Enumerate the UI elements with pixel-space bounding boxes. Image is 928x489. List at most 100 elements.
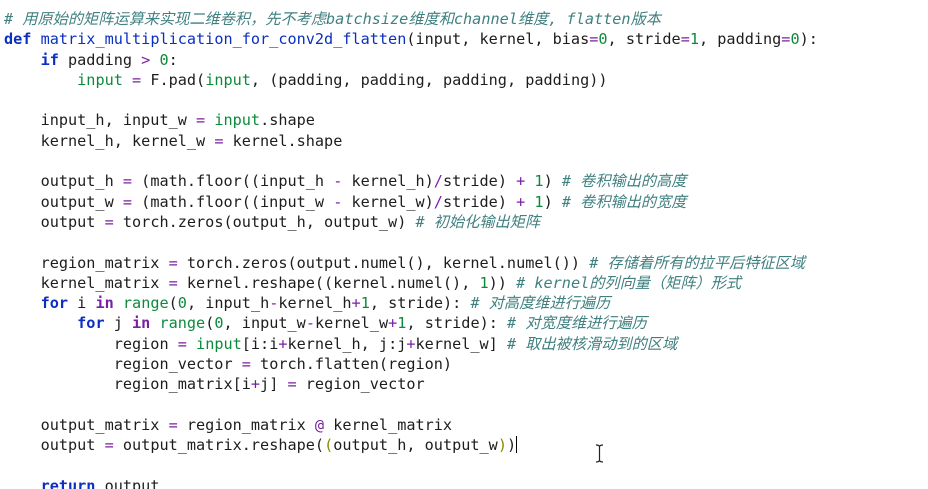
code-operator: =: [196, 111, 206, 130]
code-line[interactable]: [4, 90, 818, 110]
code-text: kernel_matrix: [324, 415, 453, 434]
code-operator: =: [241, 355, 251, 374]
code-line[interactable]: for j in range(0, input_w-kernel_w+1, st…: [4, 313, 818, 333]
code-line[interactable]: region_vector = torch.flatten(region): [4, 354, 818, 374]
bracket-match: ): [497, 436, 507, 455]
code-comment: # 存储着所有的拉平后特征区域: [589, 253, 805, 272]
code-line[interactable]: # 用原始的矩阵运算来实现二维卷积，先不考虑batchsize维度和channe…: [4, 9, 818, 29]
code-operator: +: [516, 172, 526, 191]
code-operator: =: [168, 253, 178, 272]
code-text: ): [543, 172, 562, 191]
code-text: :: [168, 50, 178, 69]
code-number: 0: [214, 314, 224, 333]
code-text: (math.floor((input_h: [132, 172, 334, 191]
code-text: , stride: [607, 30, 681, 49]
code-text: region_vector: [4, 355, 242, 374]
code-line[interactable]: [4, 151, 818, 171]
code-line[interactable]: region_matrix = torch.zeros(output.numel…: [4, 253, 818, 273]
code-text: torch.flatten(region): [250, 355, 453, 374]
code-text: i: [68, 294, 96, 313]
code-text: )): [488, 273, 517, 292]
code-text: kernel_w]: [415, 334, 507, 353]
code-line[interactable]: [4, 395, 818, 415]
code-text: kernel_h, j:j: [287, 334, 407, 353]
code-text: ):: [799, 30, 818, 49]
code-line[interactable]: [4, 232, 818, 252]
code-line[interactable]: output = output_matrix.reshape((output_h…: [4, 435, 818, 455]
code-builtin: range: [159, 314, 206, 333]
code-operator: =: [168, 415, 178, 434]
code-text: kernel.reshape((kernel.numel(),: [177, 273, 480, 292]
code-comment: # 卷积输出的宽度: [561, 192, 687, 211]
code-line[interactable]: def matrix_multiplication_for_conv2d_fla…: [4, 29, 818, 49]
code-text: output_h, output_w: [333, 436, 498, 455]
code-builtin: input: [214, 111, 261, 130]
code-operator: /: [433, 192, 443, 211]
code-number: 1: [689, 30, 699, 49]
code-text: kernel_h: [278, 294, 352, 313]
code-builtin: range: [122, 294, 169, 313]
code-text: F.pad(: [141, 70, 206, 89]
code-text: region_matrix[i: [4, 375, 251, 394]
code-operator: =: [589, 30, 599, 49]
code-text: input_h, input_w: [4, 111, 197, 130]
code-comment: # 对宽度维进行遍历: [507, 314, 647, 333]
code-operator: +: [351, 294, 361, 313]
code-line[interactable]: kernel_matrix = kernel.reshape((kernel.n…: [4, 273, 818, 293]
code-operator: +: [516, 192, 526, 211]
code-number: 0: [177, 294, 187, 313]
code-text: (math.floor((input_w: [132, 192, 334, 211]
bracket-match: (: [324, 436, 334, 455]
code-operator: =: [287, 375, 297, 394]
code-line[interactable]: if padding > 0:: [4, 50, 818, 70]
code-text: kernel_h, kernel_w: [4, 131, 215, 150]
code-operator: =: [104, 212, 114, 231]
code-operator: +: [278, 334, 288, 353]
code-text: output: [4, 436, 105, 455]
code-line[interactable]: output_w = (math.floor((input_w - kernel…: [4, 192, 818, 212]
code-line[interactable]: region = input[i:i+kernel_h, j:j+kernel_…: [4, 334, 818, 354]
code-operator: =: [177, 334, 187, 353]
code-line[interactable]: return output: [4, 476, 818, 489]
code-line[interactable]: [4, 456, 818, 476]
code-operator: -: [333, 192, 343, 211]
text-ibeam-icon: [595, 444, 604, 463]
code-comment: # 对高度维进行遍历: [470, 294, 611, 313]
code-line[interactable]: kernel_h, kernel_w = kernel.shape: [4, 131, 818, 151]
code-comment: # 取出被核滑动到的区域: [506, 334, 678, 353]
code-text: kernel_w: [314, 314, 389, 333]
code-text: output_w: [4, 192, 123, 211]
code-number: 0: [790, 30, 800, 49]
code-line[interactable]: output = torch.zeros(output_h, output_w)…: [4, 212, 818, 232]
code-operator: +: [250, 375, 261, 394]
code-builtin: input: [196, 334, 242, 353]
code-text: , (padding, padding, padding, padding)): [250, 70, 608, 89]
code-text: , input_h: [186, 294, 270, 313]
code-area[interactable]: # 用原始的矩阵运算来实现二维卷积，先不考虑batchsize维度和channe…: [4, 9, 818, 489]
code-line[interactable]: region_matrix[i+j] = region_vector: [4, 374, 818, 394]
code-line[interactable]: input_h, input_w = input.shape: [4, 110, 818, 130]
code-operator: >: [141, 50, 151, 69]
code-operator: =: [132, 70, 142, 89]
code-comment: # 用原始的矩阵运算来实现二维卷积，先不考虑batchsize维度和channe…: [4, 10, 661, 28]
code-line[interactable]: for i in range(0, input_h-kernel_h+1, st…: [4, 293, 818, 313]
code-editor[interactable]: # 用原始的矩阵运算来实现二维卷积，先不考虑batchsize维度和channe…: [0, 0, 928, 489]
code-line[interactable]: output_matrix = region_matrix @ kernel_m…: [4, 415, 818, 435]
code-line[interactable]: output_h = (math.floor((input_h - kernel…: [4, 171, 818, 191]
code-line[interactable]: input = F.pad(input, (padding, padding, …: [4, 70, 818, 90]
code-keyword: if: [40, 50, 59, 69]
code-text: stride): [442, 192, 517, 211]
code-text: [i:i: [241, 334, 279, 353]
code-text: region_matrix: [177, 415, 315, 434]
code-text: kernel.shape: [223, 131, 343, 150]
code-text: , padding: [699, 30, 782, 49]
code-keyword: for: [77, 314, 105, 333]
code-operator: =: [104, 436, 114, 455]
code-text: kernel_matrix: [4, 273, 169, 292]
code-number: 1: [534, 192, 544, 211]
function-name: matrix_multiplication_for_conv2d_flatten: [40, 30, 407, 49]
